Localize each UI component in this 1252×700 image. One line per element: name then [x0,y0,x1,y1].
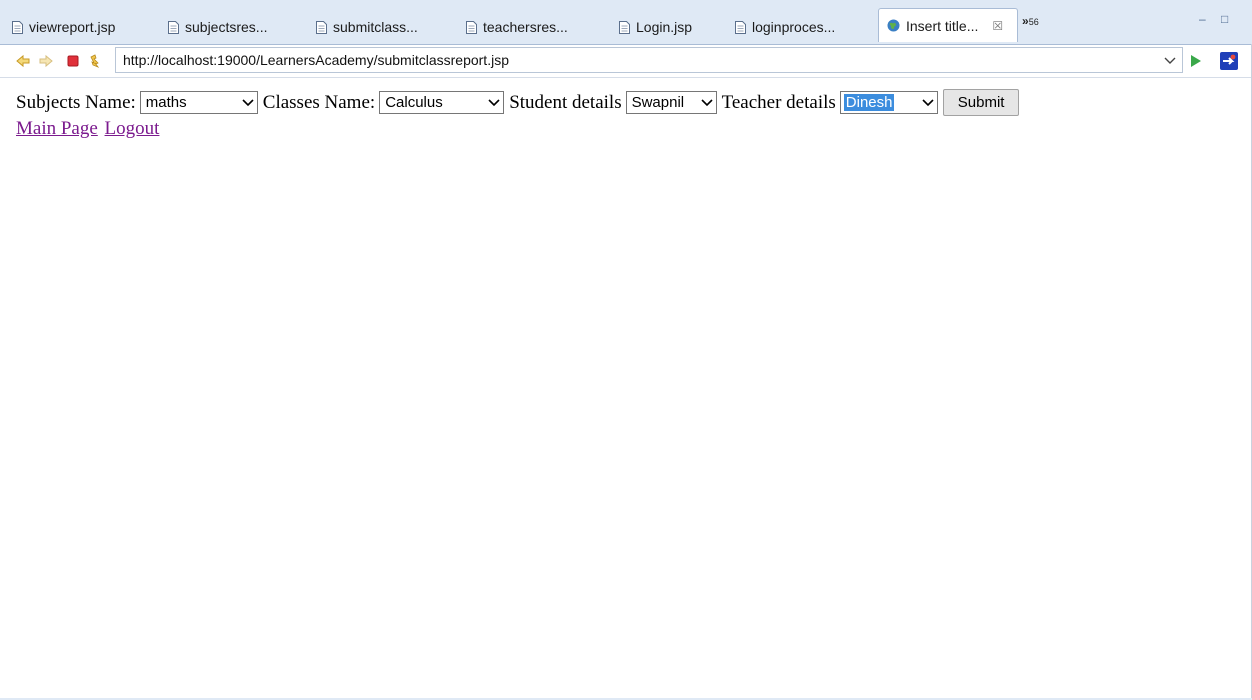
chevron-down-icon [242,98,254,106]
tab-label: loginproces... [752,19,836,35]
student-select[interactable]: Swapnil [625,91,717,114]
subjects-label: Subjects Name: [16,91,136,113]
tab-loginprocess[interactable]: loginproces... [723,10,878,44]
tab-overflow-button[interactable]: »56 [1022,14,1039,28]
jsp-file-icon [619,20,630,34]
jsp-file-icon [168,20,179,34]
external-browser-icon[interactable] [1219,51,1239,71]
teacher-select[interactable]: Dinesh [839,91,938,114]
submit-button[interactable]: Submit [942,89,1020,116]
overflow-chevrons-icon: » [1022,14,1029,28]
classes-select[interactable]: Calculus [379,91,505,114]
tab-label: Insert title... [906,17,979,34]
refresh-icon[interactable] [88,54,102,68]
tab-label: Login.jsp [636,19,693,35]
classes-label: Classes Name: [262,91,376,113]
tab-label: subjectsres... [185,19,268,35]
chevron-down-icon [488,98,500,106]
jsp-file-icon [466,20,477,34]
maximize-button[interactable]: □ [1221,12,1228,26]
stop-icon[interactable] [66,54,80,68]
teacher-label: Teacher details [721,91,836,113]
forward-arrow-icon[interactable] [39,54,53,68]
main-page-link[interactable]: Main Page [16,118,98,139]
minimize-button[interactable]: – [1199,12,1206,26]
jsp-file-icon [12,20,23,34]
tab-viewreport[interactable]: viewreport.jsp [0,10,158,44]
subjects-selected-value: maths [145,94,187,111]
chevron-down-icon [701,98,713,106]
globe-icon [887,19,900,32]
browser-toolbar: http://localhost:19000/LearnersAcademy/s… [0,45,1252,78]
class-report-form: Subjects Name: maths Classes Name: Calcu… [16,89,1020,116]
go-icon[interactable] [1190,54,1202,68]
tab-login[interactable]: Login.jsp [607,10,725,44]
student-label: Student details [509,91,622,113]
jsp-file-icon [735,20,746,34]
teacher-selected-value: Dinesh [843,94,895,111]
back-arrow-icon[interactable] [16,54,30,68]
tab-close-icon[interactable]: ☒ [992,19,1003,33]
subjects-select[interactable]: maths [139,91,258,114]
student-selected-value: Swapnil [631,94,685,111]
tab-teachersres[interactable]: teachersres... [454,10,609,44]
tab-submitclass[interactable]: submitclass... [304,10,456,44]
tab-label: teachersres... [483,19,568,35]
tab-subjectsres[interactable]: subjectsres... [156,10,306,44]
tab-insert-title[interactable]: Insert title... ☒ [878,8,1018,42]
jsp-file-icon [316,20,327,34]
logout-link[interactable]: Logout [105,118,160,139]
chevron-down-icon [922,98,934,106]
url-history-dropdown-icon[interactable] [1164,54,1176,66]
page-links: Main Page Logout [16,118,161,140]
tab-label: viewreport.jsp [29,19,116,35]
editor-tab-strip: viewreport.jsp subjectsres... submitclas… [0,0,1252,45]
tab-label: submitclass... [333,19,418,35]
url-input[interactable]: http://localhost:19000/LearnersAcademy/s… [115,47,1183,73]
overflow-count: 56 [1028,17,1039,27]
classes-selected-value: Calculus [385,94,443,111]
